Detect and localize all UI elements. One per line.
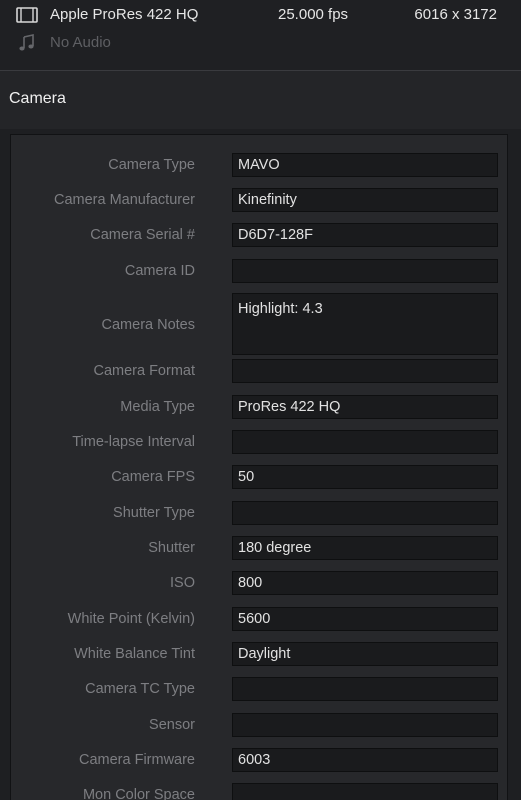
camera-type-field[interactable]: MAVO — [232, 153, 498, 177]
media-type-field[interactable]: ProRes 422 HQ — [232, 395, 498, 419]
field-label-mon-color-space: Mon Color Space — [82, 787, 195, 800]
camera-notes-field[interactable]: Highlight: 4.3 — [232, 293, 498, 355]
iso-field[interactable]: 800 — [232, 571, 498, 595]
camera-manufacturer-field[interactable]: Kinefinity — [232, 188, 498, 212]
field-label-iso: ISO — [170, 575, 195, 591]
shutter-type-field[interactable] — [232, 501, 498, 525]
video-track-row: Apple ProRes 422 HQ 25.000 fps 6016 x 31… — [0, 1, 521, 29]
field-label-camera-fps: Camera FPS — [111, 469, 195, 485]
camera-fields-group: Camera Type MAVO Camera Manufacturer Kin… — [10, 134, 508, 800]
field-label-shutter: Shutter — [148, 540, 195, 556]
white-point-field[interactable]: 5600 — [232, 607, 498, 631]
sensor-field[interactable] — [232, 713, 498, 737]
codec-label: Apple ProRes 422 HQ — [50, 6, 199, 23]
audio-track-row: No Audio — [0, 29, 521, 57]
field-label-camera-serial: Camera Serial # — [90, 227, 195, 243]
camera-tc-type-field[interactable] — [232, 677, 498, 701]
field-label-shutter-type: Shutter Type — [113, 505, 195, 521]
resolution-label: 6016 x 3172 — [414, 6, 497, 23]
shutter-field[interactable]: 180 degree — [232, 536, 498, 560]
camera-fps-field[interactable]: 50 — [232, 465, 498, 489]
camera-serial-field[interactable]: D6D7-128F — [232, 223, 498, 247]
time-lapse-interval-field[interactable] — [232, 430, 498, 454]
field-label-camera-manufacturer: Camera Manufacturer — [53, 192, 195, 208]
field-label-time-lapse-interval: Time-lapse Interval — [72, 434, 195, 450]
clip-metadata-panel: Apple ProRes 422 HQ 25.000 fps 6016 x 31… — [0, 0, 521, 800]
field-label-media-type: Media Type — [120, 399, 195, 415]
field-label-camera-type: Camera Type — [108, 157, 195, 173]
field-label-white-point: White Point (Kelvin) — [67, 611, 195, 627]
field-label-camera-format: Camera Format — [93, 363, 195, 379]
camera-id-field[interactable] — [232, 259, 498, 283]
field-label-white-balance-tint: White Balance Tint — [74, 646, 195, 662]
white-balance-tint-field[interactable]: Daylight — [232, 642, 498, 666]
film-strip-icon — [16, 5, 38, 25]
section-title: Camera — [9, 90, 66, 107]
mon-color-space-field[interactable] — [232, 783, 498, 800]
field-label-sensor: Sensor — [149, 717, 195, 733]
media-info-header: Apple ProRes 422 HQ 25.000 fps 6016 x 31… — [0, 0, 521, 70]
frame-rate-label: 25.000 fps — [278, 6, 349, 23]
field-label-camera-notes: Camera Notes — [101, 317, 195, 333]
field-label-camera-tc-type: Camera TC Type — [85, 681, 195, 697]
audio-status-label: No Audio — [50, 34, 111, 51]
field-label-camera-firmware: Camera Firmware — [78, 752, 195, 768]
camera-section-header[interactable]: Camera — [0, 71, 521, 129]
camera-format-field[interactable] — [232, 359, 498, 383]
music-note-icon — [16, 33, 38, 53]
field-label-camera-id: Camera ID — [124, 263, 195, 279]
camera-firmware-field[interactable]: 6003 — [232, 748, 498, 772]
